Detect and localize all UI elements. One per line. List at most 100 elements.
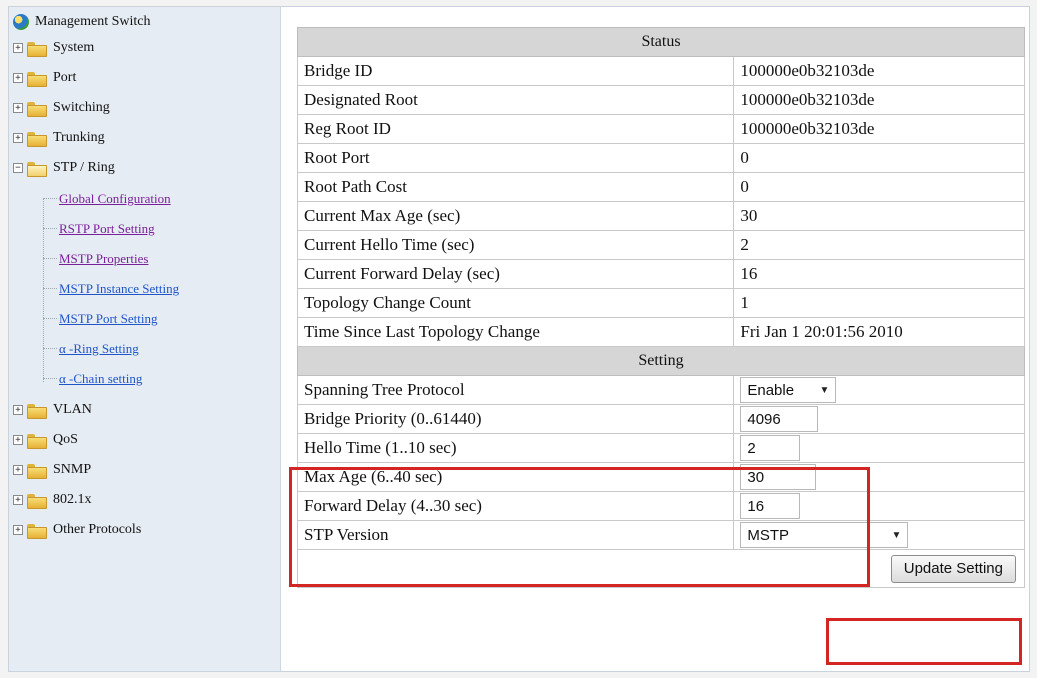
table-row: Hello Time (1..10 sec) 2: [296, 433, 1025, 463]
bridge-priority-cell: 4096: [733, 404, 1025, 434]
tree-connector: [43, 288, 57, 289]
max-age-label: Max Age (6..40 sec): [296, 462, 735, 492]
tree-connector: [43, 318, 57, 319]
rstp-port-setting-link[interactable]: RSTP Port Setting: [59, 221, 155, 237]
globe-icon: [13, 14, 29, 30]
tree-node-port[interactable]: + Port: [13, 67, 76, 89]
tree-link-ring-setting[interactable]: α -Ring Setting: [43, 338, 139, 360]
mstp-port-setting-link[interactable]: MSTP Port Setting: [59, 311, 157, 327]
table-row: STP Version MSTP ▼: [296, 520, 1025, 550]
current-hello-time-value: 2: [733, 230, 1025, 260]
tree-node-label: VLAN: [53, 402, 92, 417]
forward-delay-cell: 16: [733, 491, 1025, 521]
tree-node-qos[interactable]: + QoS: [13, 429, 78, 451]
tree-node-label: Switching: [53, 100, 110, 115]
tree-link-mstp-properties[interactable]: MSTP Properties: [43, 248, 148, 270]
table-row: Max Age (6..40 sec) 30: [296, 462, 1025, 492]
tree-node-vlan[interactable]: + VLAN: [13, 399, 92, 421]
bridge-id-value: 100000e0b32103de: [733, 56, 1025, 86]
tree-node-label: Trunking: [53, 130, 105, 145]
table-row: Update Setting: [297, 549, 1025, 588]
folder-icon: [27, 523, 47, 539]
folder-icon: [27, 131, 47, 147]
time-since-topology-change-label: Time Since Last Topology Change: [296, 317, 735, 347]
navigation-tree: Management Switch + System + Port + Swit…: [9, 7, 281, 671]
table-row: Spanning Tree Protocol Enable ▼: [296, 375, 1025, 405]
update-button-cell: Update Setting: [297, 549, 1025, 588]
expand-icon[interactable]: +: [13, 435, 23, 445]
tree-node-stp-ring[interactable]: − STP / Ring: [13, 157, 115, 179]
tree-node-trunking[interactable]: + Trunking: [13, 127, 105, 149]
stp-version-value: MSTP: [747, 526, 790, 544]
tree-connector: [43, 348, 57, 349]
current-forward-delay-value: 16: [733, 259, 1025, 289]
table-row: Root Path Cost 0: [296, 172, 1025, 202]
tree-node-label: SNMP: [53, 462, 92, 477]
expand-icon[interactable]: +: [13, 465, 23, 475]
hello-time-input[interactable]: 2: [740, 435, 801, 461]
reg-root-id-value: 100000e0b32103de: [733, 114, 1025, 144]
expand-icon[interactable]: +: [13, 495, 23, 505]
chain-setting-link[interactable]: α -Chain setting: [59, 371, 142, 387]
forward-delay-input[interactable]: 16: [740, 493, 801, 519]
tree-node-system[interactable]: + System: [13, 37, 94, 59]
table-row: Designated Root 100000e0b32103de: [296, 85, 1025, 115]
table-row: Time Since Last Topology Change Fri Jan …: [296, 317, 1025, 347]
table-row: Forward Delay (4..30 sec) 16: [296, 491, 1025, 521]
expand-icon[interactable]: +: [13, 43, 23, 53]
reg-root-id-label: Reg Root ID: [296, 114, 735, 144]
collapse-icon[interactable]: −: [13, 163, 23, 173]
mstp-instance-setting-link[interactable]: MSTP Instance Setting: [59, 281, 179, 297]
global-configuration-link[interactable]: Global Configuration: [59, 191, 171, 207]
hello-time-label: Hello Time (1..10 sec): [296, 433, 735, 463]
bridge-priority-input[interactable]: 4096: [740, 406, 819, 432]
tree-connector: [43, 228, 57, 229]
tree-node-label: Port: [53, 70, 77, 85]
tree-link-chain-setting[interactable]: α -Chain setting: [43, 368, 142, 390]
table-row: Topology Change Count 1: [296, 288, 1025, 318]
folder-icon: [27, 493, 47, 509]
tree-node-snmp[interactable]: + SNMP: [13, 459, 91, 481]
topology-change-count-value: 1: [733, 288, 1025, 318]
folder-icon: [27, 463, 47, 479]
tree-node-8021x[interactable]: + 802.1x: [13, 489, 92, 511]
table-row: Current Hello Time (sec) 2: [296, 230, 1025, 260]
folder-icon: [27, 41, 47, 57]
tree-link-mstp-port-setting[interactable]: MSTP Port Setting: [43, 308, 157, 330]
max-age-input[interactable]: 30: [740, 464, 817, 490]
dropdown-arrow-icon: ▼: [819, 384, 830, 396]
current-max-age-label: Current Max Age (sec): [296, 201, 735, 231]
tree-node-switching[interactable]: + Switching: [13, 97, 110, 119]
update-setting-button[interactable]: Update Setting: [890, 554, 1016, 583]
bridge-priority-label: Bridge Priority (0..61440): [296, 404, 735, 434]
expand-icon[interactable]: +: [13, 525, 23, 535]
table-row: Bridge Priority (0..61440) 4096: [296, 404, 1025, 434]
mstp-properties-link[interactable]: MSTP Properties: [59, 251, 148, 267]
max-age-cell: 30: [733, 462, 1025, 492]
tree-connector: [43, 199, 44, 382]
tree-node-other-protocols[interactable]: + Other Protocols: [13, 519, 141, 541]
tree-node-label: Other Protocols: [53, 522, 142, 537]
stp-global-configuration-panel: Status Bridge ID 100000e0b32103de Design…: [296, 27, 1025, 588]
ring-setting-link[interactable]: α -Ring Setting: [59, 341, 139, 357]
open-folder-icon: [27, 161, 47, 177]
tree-link-mstp-instance-setting[interactable]: MSTP Instance Setting: [43, 278, 179, 300]
root-port-label: Root Port: [296, 143, 735, 173]
folder-icon: [27, 71, 47, 87]
root-path-cost-value: 0: [733, 172, 1025, 202]
bridge-id-label: Bridge ID: [296, 56, 735, 86]
expand-icon[interactable]: +: [13, 133, 23, 143]
stp-version-label: STP Version: [296, 520, 735, 550]
expand-icon[interactable]: +: [13, 103, 23, 113]
expand-icon[interactable]: +: [13, 73, 23, 83]
stp-version-select[interactable]: MSTP ▼: [740, 522, 909, 548]
setting-header: Setting: [297, 346, 1025, 376]
expand-icon[interactable]: +: [13, 405, 23, 415]
folder-icon: [27, 101, 47, 117]
tree-link-global-configuration[interactable]: Global Configuration: [43, 188, 171, 210]
spanning-tree-protocol-select[interactable]: Enable ▼: [740, 377, 837, 403]
spanning-tree-protocol-value: Enable: [747, 381, 795, 399]
spanning-tree-protocol-cell: Enable ▼: [733, 375, 1025, 405]
tree-link-rstp-port-setting[interactable]: RSTP Port Setting: [43, 218, 155, 240]
tree-root[interactable]: Management Switch: [13, 11, 150, 33]
